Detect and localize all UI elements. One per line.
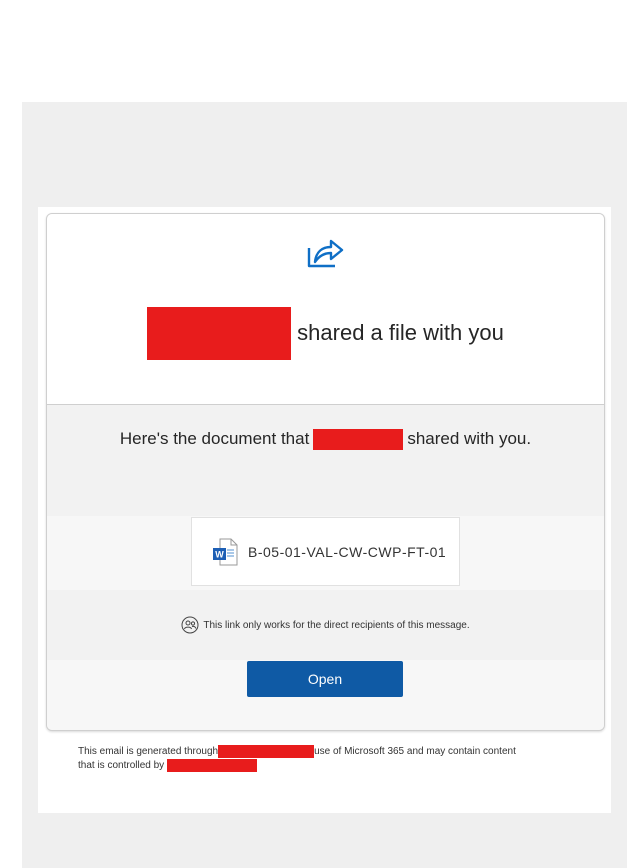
share-message-before: Here's the document that	[119, 429, 310, 448]
share-message: Here's the document that shared with you…	[47, 427, 604, 451]
footer-text-1: This email is generated through	[78, 746, 219, 758]
share-card: shared a file with you Here's the docume…	[46, 213, 605, 731]
share-message-after: shared with you.	[407, 429, 532, 448]
redacted-controller	[166, 759, 257, 773]
redacted-sender-name	[147, 306, 292, 360]
share-arrow-icon	[307, 239, 344, 268]
redacted-organization	[218, 745, 315, 758]
file-band: W B-05-01-VAL-CW-CWP-FT-01	[47, 516, 604, 590]
recipient-notice-text: This link only works for the direct reci…	[203, 619, 470, 631]
headline-text: shared a file with you	[297, 320, 504, 345]
people-link-icon	[181, 616, 199, 634]
share-headline: shared a file with you	[47, 306, 604, 360]
share-card-header: shared a file with you	[47, 214, 604, 405]
open-band: Open	[47, 660, 604, 730]
shared-file-link[interactable]: W B-05-01-VAL-CW-CWP-FT-01	[191, 517, 460, 586]
file-name: B-05-01-VAL-CW-CWP-FT-01	[248, 543, 447, 560]
open-button[interactable]: Open	[247, 661, 403, 697]
footer-text-3: that is controlled by	[78, 760, 165, 772]
email-footer: This email is generated through use of Mi…	[78, 745, 578, 773]
svg-text:W: W	[215, 549, 224, 559]
redacted-sender-name-inline	[313, 428, 404, 450]
footer-text-2: use of Microsoft 365 and may contain con…	[314, 746, 516, 758]
word-document-icon: W	[213, 538, 238, 565]
recipient-notice: This link only works for the direct reci…	[47, 590, 604, 661]
